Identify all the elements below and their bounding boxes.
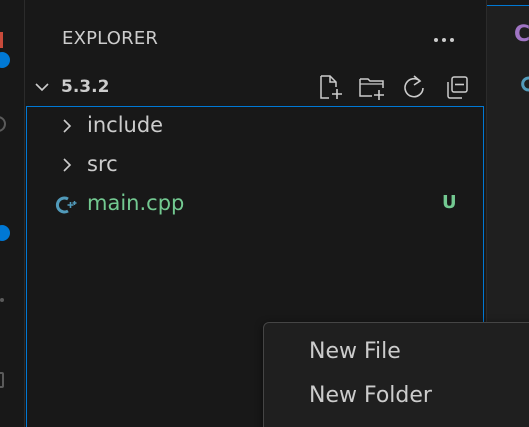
folder-title: 5.3.2 bbox=[61, 77, 110, 97]
new-file-icon[interactable] bbox=[315, 72, 345, 102]
editor-tab[interactable]: C bbox=[487, 5, 529, 66]
tree-item-folder[interactable]: include bbox=[27, 107, 483, 146]
git-status-badge: U bbox=[442, 192, 457, 213]
sidebar-header: EXPLORER bbox=[25, 5, 486, 63]
menu-item-new-file[interactable]: New File bbox=[264, 333, 529, 373]
refresh-icon[interactable] bbox=[399, 72, 429, 102]
folder-section-header[interactable]: 5.3.2 bbox=[25, 68, 486, 106]
activity-indicator bbox=[0, 32, 3, 48]
tab-file-icon: C bbox=[514, 22, 529, 47]
tree-item-file[interactable]: main.cpp U bbox=[27, 185, 483, 224]
activity-bar bbox=[0, 0, 25, 427]
tree-item-label: src bbox=[87, 152, 118, 176]
source-control-badge-icon[interactable] bbox=[0, 225, 10, 241]
notification-badge-icon[interactable] bbox=[0, 52, 10, 68]
editor-tab-bar: C bbox=[487, 0, 529, 66]
chevron-right-icon bbox=[63, 158, 72, 172]
collapse-all-icon[interactable] bbox=[443, 72, 473, 102]
menu-item-label: New File bbox=[309, 339, 401, 364]
sidebar-title: EXPLORER bbox=[62, 28, 159, 49]
tree-item-folder[interactable]: src bbox=[27, 146, 483, 185]
context-menu: New File New Folder bbox=[263, 322, 529, 427]
cpp-file-icon bbox=[55, 196, 77, 214]
tree-item-label: include bbox=[87, 113, 164, 137]
new-folder-icon[interactable] bbox=[357, 72, 387, 102]
menu-item-label: New Folder bbox=[309, 383, 432, 408]
extensions-icon[interactable] bbox=[0, 372, 4, 388]
breadcrumb-cpp-icon bbox=[521, 76, 529, 92]
chevron-right-icon bbox=[63, 119, 72, 133]
chevron-down-icon bbox=[35, 83, 49, 92]
ellipsis-icon[interactable] bbox=[431, 27, 457, 51]
run-debug-icon[interactable] bbox=[0, 298, 4, 302]
tree-item-label: main.cpp bbox=[87, 191, 185, 215]
menu-item-new-folder[interactable]: New Folder bbox=[264, 377, 529, 417]
search-icon[interactable] bbox=[0, 116, 6, 132]
